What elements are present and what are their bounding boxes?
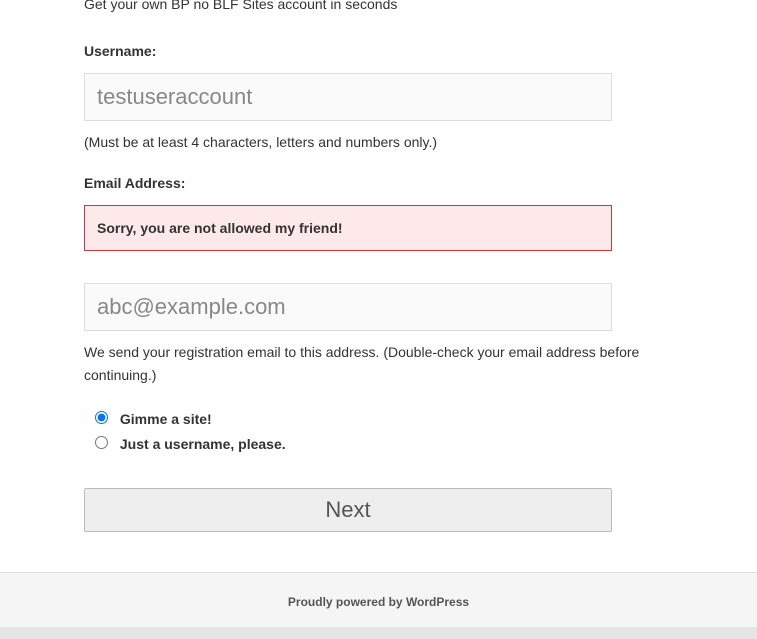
- signup-page: Get your own BP no BLF Sites account in …: [0, 0, 757, 572]
- username-input[interactable]: [84, 73, 612, 121]
- email-input[interactable]: [84, 283, 612, 331]
- email-error: Sorry, you are not allowed my friend!: [84, 205, 612, 251]
- email-label: Email Address:: [84, 175, 644, 191]
- option-username-label: Just a username, please.: [120, 436, 286, 452]
- option-username-radio[interactable]: [95, 436, 108, 449]
- username-help: (Must be at least 4 characters, letters …: [84, 131, 644, 153]
- option-site-radio[interactable]: [95, 411, 108, 424]
- username-label: Username:: [84, 43, 644, 59]
- option-site-label: Gimme a site!: [120, 411, 212, 427]
- footer: Proudly powered by WordPress: [0, 572, 757, 627]
- footer-gap: [0, 627, 757, 639]
- footer-credit[interactable]: Proudly powered by WordPress: [288, 595, 469, 609]
- email-help: We send your registration email to this …: [84, 341, 644, 386]
- option-site-row[interactable]: Gimme a site!: [90, 408, 644, 427]
- intro-text: Get your own BP no BLF Sites account in …: [84, 0, 644, 15]
- signup-form: Get your own BP no BLF Sites account in …: [84, 0, 644, 532]
- next-button[interactable]: Next: [84, 488, 612, 532]
- option-username-row[interactable]: Just a username, please.: [90, 433, 644, 452]
